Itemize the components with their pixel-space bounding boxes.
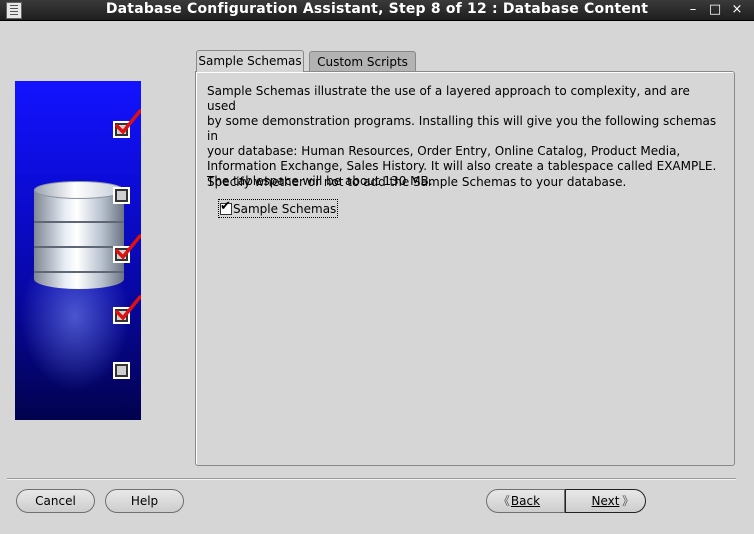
help-button[interactable]: Help [105,489,184,513]
sample-schemas-checkbox[interactable]: ✔ Sample Schemas [218,198,339,218]
specify-instruction: Specify whether or not to add the Sample… [207,175,627,189]
tab-sample-schemas[interactable]: Sample Schemas [196,50,304,72]
step-checkbox-3 [113,234,141,263]
sample-schemas-checkbox-label: Sample Schemas [233,201,337,216]
dbca-window: Database Configuration Assistant, Step 8… [0,0,754,534]
step-checkbox-4 [113,295,141,324]
checkmark-icon [115,109,141,135]
step-checkbox-2 [113,187,130,204]
title-bar[interactable]: Database Configuration Assistant, Step 8… [0,0,754,21]
step-checkbox-5 [113,362,130,379]
step-illustration [15,81,141,420]
sample-schemas-description: Sample Schemas illustrate the use of a l… [207,84,717,188]
footer-separator [7,478,736,480]
next-button[interactable]: Next 》 [565,489,646,513]
chevron-right-icon: 》 [621,494,634,508]
tab-custom-scripts[interactable]: Custom Scripts [309,51,416,71]
checkmark-icon: ✔ [220,198,231,214]
tab-content-panel: Sample Schemas illustrate the use of a l… [195,71,735,466]
maximize-icon[interactable]: □ [706,1,724,19]
back-button[interactable]: 《 Back [486,489,565,513]
minimize-icon[interactable]: – [684,1,702,19]
checkbox-box[interactable]: ✔ [220,198,232,215]
window-title: Database Configuration Assistant, Step 8… [105,1,649,17]
chevron-left-icon: 《 [498,494,511,508]
checkmark-icon [115,295,141,321]
database-cylinder-icon [34,181,124,301]
close-icon[interactable]: × [728,1,746,19]
cancel-button[interactable]: Cancel [16,489,95,513]
checkmark-icon [115,234,141,260]
step-checkbox-1 [113,109,141,138]
